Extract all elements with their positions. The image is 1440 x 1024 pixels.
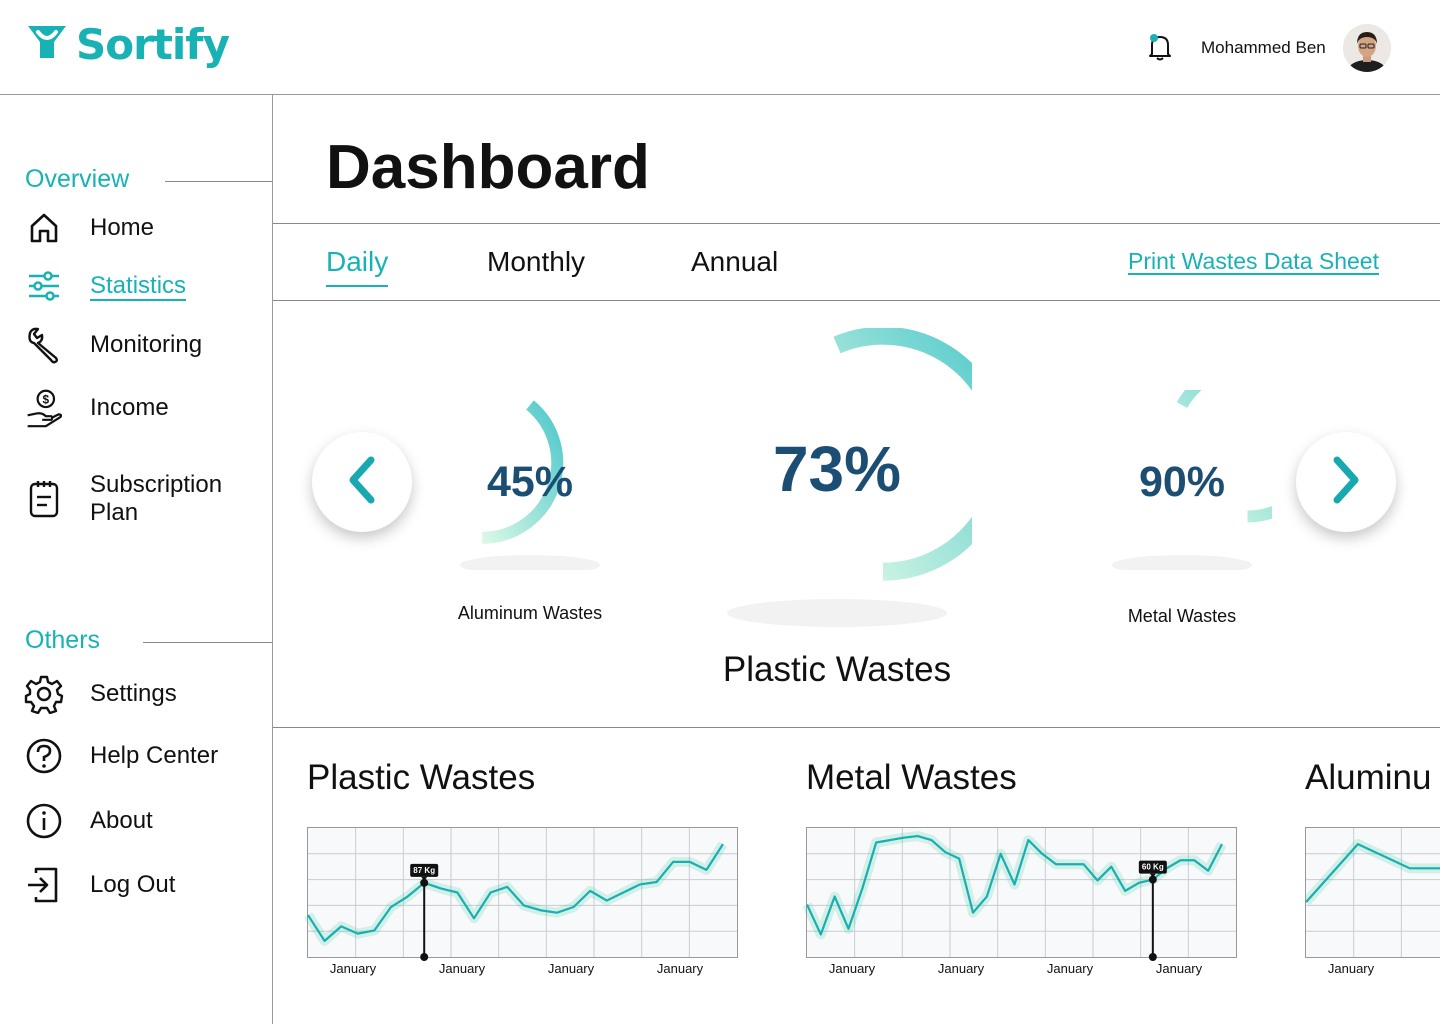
gauge-plastic-percent: 73% [772,433,902,505]
gauge-metal-label: Metal Wastes [1127,606,1237,626]
sidebar-item-label: About [90,807,153,834]
home-icon [24,208,64,248]
carousel-next-button[interactable] [1296,432,1396,532]
clipboard-icon [24,479,64,519]
chart-aluminum: 30 Kg [1305,827,1440,958]
subscription-label-line2: Plan [90,499,139,526]
tab-annual[interactable]: Annual [691,246,778,278]
x-tick-label: January [937,961,985,976]
sidebar-item-income[interactable]: $ Income [24,388,169,428]
highlight-point [420,953,429,961]
sidebar-item-label: Log Out [90,871,176,898]
chart-plastic-title: Plastic Wastes [307,758,536,797]
sidebar-item-label: Subscription Plan [90,471,222,527]
chart-aluminum-title: Aluminu [1305,758,1432,797]
user-name[interactable]: Mohammed Ben [1201,38,1326,58]
sidebar-item-label: Help Center [90,742,219,769]
chart-metal: 60 Kg [802,827,1237,961]
sidebar-item-log-out[interactable]: Log Out [24,865,175,905]
sidebar-item-label: Income [90,394,169,421]
chart-plastic: 87 Kg [303,827,738,961]
others-divider [143,642,272,643]
tooltip-value: 60 Kg [1142,863,1164,872]
x-tick-label: January [656,961,704,976]
chevron-left-icon [347,456,377,509]
tab-daily[interactable]: Daily [326,246,388,278]
sidebar-item-label: Home [90,214,155,241]
tab-monthly[interactable]: Monthly [487,246,585,278]
highlight-tooltip: 87 Kg [410,863,439,881]
sidebar-item-subscription-plan[interactable]: Subscription Plan [24,471,222,527]
overview-section-title: Overview [25,165,130,193]
app-logo[interactable]: Sortify [26,20,230,69]
x-tick-label: January [438,961,486,976]
money-hand-icon: $ [24,388,64,428]
x-tick-label: January [329,961,377,976]
series-line [1306,843,1440,903]
sidebar-item-home[interactable]: Home [24,208,154,248]
sidebar-item-help-center[interactable]: Help Center [24,736,218,776]
sidebar-item-settings[interactable]: Settings [24,674,177,714]
tooltip-value: 87 Kg [413,866,435,875]
logout-icon [24,865,64,905]
highlight-point [1148,953,1157,961]
subscription-label-line1: Subscription [90,471,223,498]
logo-text: Sortify [76,20,230,69]
logo-icon [26,24,68,65]
chevron-right-icon [1331,456,1361,509]
gauge-plastic-label: Plastic Wastes [722,650,952,689]
page-title: Dashboard [326,133,650,202]
x-tick-label: January [828,961,876,976]
x-tick-label: January [1327,961,1375,976]
x-tick-label: January [1046,961,1094,976]
info-icon [24,801,64,841]
gauge-aluminum-percent: 45% [486,458,574,506]
series-line-glow [303,841,728,946]
x-tick-label: January [1155,961,1203,976]
active-tab-indicator [326,285,388,287]
title-divider [273,223,1440,224]
wrench-icon [24,325,64,365]
svg-text:$: $ [43,392,50,406]
series-line-glow [1306,839,1440,906]
carousel-prev-button[interactable] [312,432,412,532]
notification-bell-icon[interactable] [1147,32,1173,67]
sidebar-item-label: Monitoring [90,331,203,358]
x-tick-label: January [547,961,595,976]
help-icon [24,736,64,776]
charts-divider [273,727,1440,728]
sidebar-item-statistics[interactable]: Statistics [24,266,186,306]
print-data-sheet-link[interactable]: Print Wastes Data Sheet [1128,248,1379,275]
avatar[interactable] [1343,24,1391,72]
overview-divider [165,181,272,182]
sidebar-item-label: Settings [90,680,177,707]
sliders-icon [24,266,64,306]
sidebar-item-monitoring[interactable]: Monitoring [24,325,202,365]
gauge-metal-percent: 90% [1138,458,1226,506]
tabs-divider [273,300,1440,301]
gear-icon [24,674,64,714]
sidebar-item-about[interactable]: About [24,801,153,841]
chart-metal-title: Metal Wastes [806,758,1017,797]
others-section-title: Others [25,626,101,654]
gauge-aluminum-label: Aluminum Wastes [457,603,603,623]
sidebar-item-label: Statistics [90,272,187,299]
